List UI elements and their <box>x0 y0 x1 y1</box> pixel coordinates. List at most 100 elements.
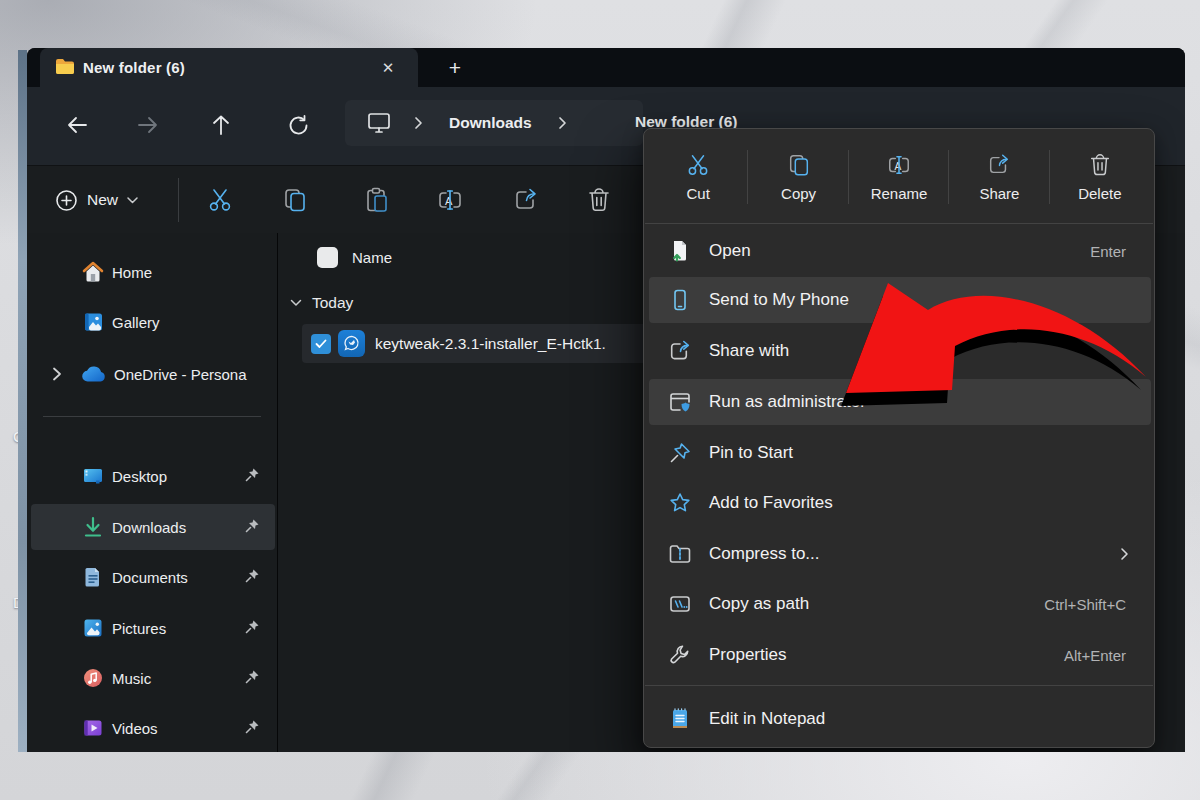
downloads-icon <box>82 516 104 538</box>
delete-button[interactable]: Delete <box>1050 134 1150 220</box>
sidebar: Home Gallery OneDrive - Persona <box>27 233 277 752</box>
pin-icon <box>243 517 261 535</box>
delete-label: Delete <box>1078 185 1121 202</box>
new-button[interactable]: New <box>45 180 148 220</box>
documents-icon <box>82 566 104 588</box>
menu-item-pin-to-start[interactable]: Pin to Start <box>649 430 1151 476</box>
properties-icon <box>668 643 692 667</box>
copy-label: Copy <box>781 185 816 202</box>
copy-icon[interactable] <box>282 187 308 213</box>
menu-item-label: Pin to Start <box>709 443 793 463</box>
rename-icon: A <box>887 153 911 177</box>
delete-icon[interactable] <box>586 187 612 213</box>
menu-item-shortcut: Enter <box>1090 243 1126 260</box>
cut-icon <box>686 153 710 177</box>
copy-button[interactable]: Copy <box>748 134 848 220</box>
sidebar-item-onedrive[interactable]: OneDrive - Persona <box>31 351 275 397</box>
cut-label: Cut <box>687 185 710 202</box>
share-icon <box>987 153 1011 177</box>
sidebar-item-label: Home <box>112 264 152 281</box>
menu-separator <box>645 685 1153 686</box>
music-icon <box>82 667 104 689</box>
delete-icon <box>1088 153 1112 177</box>
breadcrumb-chevron-icon <box>414 116 423 130</box>
share-button[interactable]: Share <box>949 134 1049 220</box>
plus-circle-icon <box>55 189 78 212</box>
svg-text:A: A <box>894 160 901 171</box>
share-label: Share <box>979 185 1019 202</box>
chevron-down-icon <box>127 197 138 204</box>
group-label: Today <box>312 294 353 312</box>
compress-icon <box>668 542 692 566</box>
submenu-chevron-icon <box>1120 547 1129 561</box>
desktop-icon <box>82 465 104 487</box>
copy-as-path-icon <box>668 592 692 616</box>
menu-item-label: Edit in Notepad <box>709 709 825 729</box>
sidebar-item-music[interactable]: Music <box>31 655 275 701</box>
folder-icon <box>55 58 75 75</box>
menu-item-label: Properties <box>709 645 786 665</box>
share-icon[interactable] <box>513 187 539 213</box>
pin-icon <box>243 718 261 736</box>
pin-icon <box>243 668 261 686</box>
file-icon <box>338 330 365 357</box>
sidebar-item-desktop[interactable]: Desktop <box>31 453 275 499</box>
pin-icon <box>243 567 261 585</box>
paste-icon[interactable] <box>364 187 390 213</box>
up-button[interactable] <box>204 109 238 141</box>
menu-item-copy-as-path[interactable]: Copy as path Ctrl+Shift+C <box>649 581 1151 627</box>
address-bar[interactable]: Downloads <box>345 100 643 146</box>
expand-chevron-icon[interactable] <box>49 366 65 382</box>
sidebar-item-documents[interactable]: Documents <box>31 554 275 600</box>
toolbar-separator <box>178 178 179 222</box>
sidebar-item-videos[interactable]: Videos <box>31 705 275 751</box>
file-checkbox[interactable] <box>311 334 331 354</box>
menu-item-label: Copy as path <box>709 594 809 614</box>
sidebar-item-label: Music <box>112 670 151 687</box>
rename-label: Rename <box>871 185 928 202</box>
context-menu: Cut Copy A Rename <box>643 128 1155 748</box>
tab-title: New folder (6) <box>83 59 185 76</box>
column-header-name[interactable]: Name <box>352 249 392 266</box>
sidebar-item-downloads[interactable]: Downloads <box>31 504 275 550</box>
breadcrumb-chevron-icon <box>558 116 567 130</box>
home-icon <box>82 261 104 283</box>
menu-item-edit-in-notepad[interactable]: Edit in Notepad <box>649 696 1151 742</box>
pin-icon <box>243 618 261 636</box>
menu-item-compress-to[interactable]: Compress to... <box>649 531 1151 577</box>
back-button[interactable] <box>60 109 94 141</box>
sidebar-item-gallery[interactable]: Gallery <box>31 299 275 345</box>
rename-icon[interactable]: A <box>437 187 463 213</box>
menu-item-add-to-favorites[interactable]: Add to Favorites <box>649 480 1151 526</box>
tab-close-button[interactable]: ✕ <box>376 56 400 80</box>
menu-separator <box>645 223 1153 224</box>
copy-icon <box>787 153 811 177</box>
new-tab-button[interactable]: + <box>440 53 470 83</box>
pictures-icon <box>82 617 104 639</box>
rename-button[interactable]: A Rename <box>849 134 949 220</box>
context-menu-icon-row: Cut Copy A Rename <box>648 134 1150 220</box>
star-icon <box>668 491 692 515</box>
sidebar-item-pictures[interactable]: Pictures <box>31 605 275 651</box>
gallery-icon <box>82 311 104 333</box>
select-all-checkbox[interactable] <box>317 247 338 268</box>
sidebar-divider <box>43 416 261 417</box>
cut-button[interactable]: Cut <box>648 134 748 220</box>
breadcrumb-downloads[interactable]: Downloads <box>449 114 532 132</box>
menu-item-properties[interactable]: Properties Alt+Enter <box>649 632 1151 678</box>
cut-icon[interactable] <box>207 187 233 213</box>
this-pc-icon <box>367 112 391 134</box>
refresh-button[interactable] <box>281 109 315 141</box>
pin-icon <box>243 466 261 484</box>
tab-new-folder[interactable]: New folder (6) ✕ <box>40 48 418 87</box>
sidebar-item-label: Videos <box>112 720 158 737</box>
menu-item-label: Add to Favorites <box>709 493 833 513</box>
menu-item-label: Compress to... <box>709 544 820 564</box>
sidebar-item-label: Desktop <box>112 468 167 485</box>
new-button-label: New <box>87 191 118 209</box>
sidebar-item-home[interactable]: Home <box>31 249 275 295</box>
sidebar-item-label: Pictures <box>112 620 166 637</box>
forward-button[interactable] <box>131 109 165 141</box>
sidebar-item-label: Gallery <box>112 314 160 331</box>
group-header-today[interactable]: Today <box>290 294 353 312</box>
